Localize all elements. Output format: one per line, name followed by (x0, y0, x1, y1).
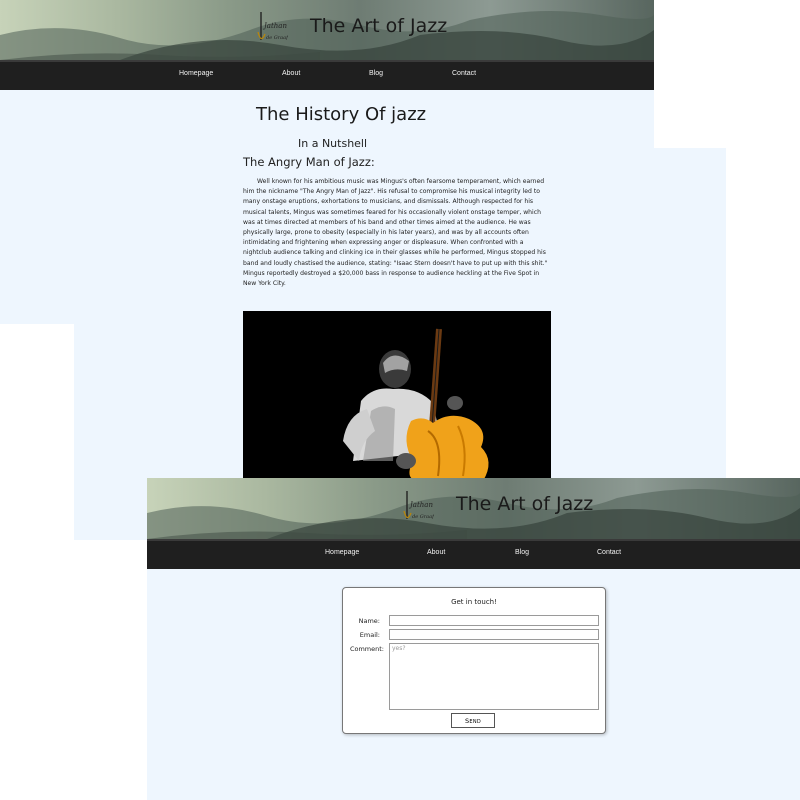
page-title: The History Of jazz (256, 104, 427, 125)
site-title: The Art of Jazz (310, 15, 448, 37)
section-heading: The Angry Man of Jazz: (243, 155, 375, 169)
site-header: Jathan de Graaf The Art of Jazz (147, 478, 800, 539)
site-title: The Art of Jazz (456, 493, 594, 515)
name-field[interactable] (389, 615, 599, 626)
article-paragraph: Well known for his ambitious music was M… (243, 178, 548, 288)
main-nav: Homepage About Blog Contact (147, 539, 800, 569)
nav-contact[interactable]: Contact (452, 70, 476, 77)
email-label: Email: (359, 631, 380, 639)
bassist-photo (243, 311, 551, 481)
nav-blog[interactable]: Blog (515, 549, 529, 556)
svg-text:de Graaf: de Graaf (266, 35, 288, 41)
bass-logo-icon: Jathan de Graaf (403, 491, 434, 520)
nav-blog[interactable]: Blog (369, 70, 383, 77)
nav-contact[interactable]: Contact (597, 549, 621, 556)
nav-about[interactable]: About (427, 549, 445, 556)
nav-about[interactable]: About (282, 70, 300, 77)
bass-logo-icon: Jathan de Graaf (257, 12, 288, 41)
main-nav: Homepage About Blog Contact (0, 60, 654, 90)
bassist-illustration (243, 311, 551, 481)
email-field[interactable] (389, 629, 599, 640)
contact-form: Get in touch! Name: Email: Comment: yes?… (342, 587, 606, 734)
svg-text:Jathan: Jathan (408, 501, 433, 509)
form-title: Get in touch! (451, 598, 497, 606)
page-subtitle: In a Nutshell (298, 137, 368, 150)
comment-label: Comment: (349, 645, 384, 653)
send-button[interactable]: Send (451, 713, 495, 728)
comment-field[interactable]: yes? (389, 643, 599, 710)
nav-homepage[interactable]: Homepage (179, 70, 213, 77)
site-header: Jathan de Graaf The Art of Jazz (0, 0, 654, 60)
nav-homepage[interactable]: Homepage (325, 549, 359, 556)
name-label: Name: (358, 617, 380, 625)
svg-text:de Graaf: de Graaf (412, 514, 434, 520)
history-page-screenshot: Jathan de Graaf The Art of Jazz Homepage… (0, 0, 800, 540)
svg-text:Jathan: Jathan (262, 22, 287, 30)
